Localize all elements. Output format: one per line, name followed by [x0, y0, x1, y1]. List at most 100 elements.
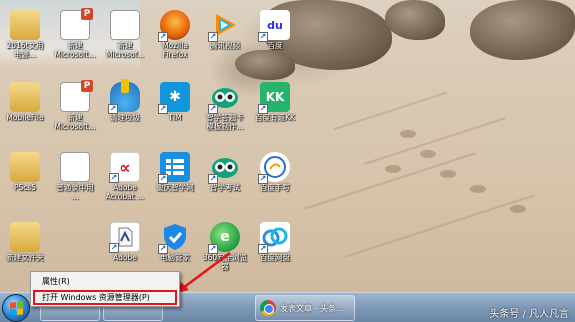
footprint: [385, 165, 401, 173]
taskbar-chrome[interactable]: 发表文章 - 头条...: [255, 295, 355, 321]
owl-icon: ↗: [208, 82, 240, 114]
shortcut-arrow-icon: ↗: [258, 104, 268, 114]
icon-label: 2016t文用 电源...: [6, 41, 44, 59]
desktop-icon-new-word[interactable]: W 新建 Microsof...: [100, 10, 150, 59]
adobe-file-icon: ↗: [109, 222, 140, 253]
menu-item-properties[interactable]: 属性(R): [31, 275, 179, 289]
desktop-icon-tim[interactable]: ✱ ↗ TIM: [150, 82, 200, 122]
folder-icon: [10, 82, 40, 112]
desktop-icon-firefox[interactable]: ↗ Mozilla Firefox: [150, 10, 200, 59]
desktop-icon-acrobat[interactable]: ∝ ↗ Adobe Acrobat ...: [100, 152, 150, 201]
desktop-icon-new-ppt-1[interactable]: 新建 Microsoft...: [50, 8, 100, 59]
shortcut-arrow-icon: ↗: [258, 174, 268, 184]
desktop-icon-new-ppt-2[interactable]: 新建 Microsoft...: [50, 80, 100, 131]
windows-logo-icon: [10, 301, 23, 316]
baidu-paw-icon: du ↗: [258, 10, 290, 42]
icon-label: 新建 Microsof...: [106, 41, 144, 59]
shortcut-arrow-icon: ↗: [208, 174, 218, 184]
sand-ripple: [363, 116, 507, 166]
desktop-icon-mobilefile[interactable]: MobileFile: [0, 82, 50, 122]
icon-label: 新建 Microsoft...: [54, 113, 96, 131]
taskbar-chrome-label: 发表文章 - 头条...: [280, 303, 344, 313]
footprint: [420, 150, 436, 158]
desktop-icon-clean-trash[interactable]: ↗ 清理垃圾: [100, 79, 150, 122]
desktop-icon-chongqing-zhixue[interactable]: ↗ 重庆智学网: [150, 152, 200, 192]
desktop-icon-baidu-netdisk[interactable]: ↗ 百度网盘: [250, 222, 300, 262]
icon-label: 智学考试: [210, 183, 240, 192]
shortcut-arrow-icon: ↗: [258, 32, 268, 42]
sand-ripple: [332, 91, 448, 131]
shortcut-arrow-icon: ↗: [158, 174, 168, 184]
footprint: [400, 130, 416, 138]
footprint: [470, 185, 486, 193]
icon-label: 清理垃圾: [110, 113, 140, 122]
desktop-icon-word-doc[interactable]: W 普通录中用 ...: [50, 152, 100, 201]
icon-label: Adobe Acrobat ...: [105, 183, 145, 201]
desktop-icon-new-folder[interactable]: 新建文件夹: [0, 222, 50, 262]
handwriting-icon: ↗: [258, 152, 290, 184]
sand-ripple: [344, 194, 536, 258]
icon-label: TIM: [168, 113, 182, 122]
desktop-icon-zhixue-card[interactable]: ↗ 智学答题卡 模板制作...: [200, 82, 250, 131]
icon-label: 百度: [267, 41, 283, 50]
rock: [235, 50, 295, 80]
desktop-icon-kk[interactable]: KK ↗ 百度有道KK: [250, 82, 300, 122]
rock: [385, 0, 445, 40]
icon-label: 新建 Microsoft...: [54, 41, 96, 59]
shortcut-arrow-icon: ↗: [109, 243, 119, 253]
powerpoint-file-icon: [60, 8, 93, 40]
footprint: [510, 205, 526, 213]
footprint: [440, 170, 456, 178]
jumplist-menu: 属性(R) 打开 Windows 资源管理器(P): [30, 271, 180, 307]
icon-label: PScs5: [13, 183, 37, 192]
icon-label: 百度手写: [260, 183, 290, 192]
shortcut-arrow-icon: ↗: [258, 244, 268, 254]
list-grid-icon: ↗: [158, 152, 190, 184]
folder-icon: [10, 10, 40, 40]
desktop-icon-folder-2016[interactable]: 2016t文用 电源...: [0, 10, 50, 59]
desktop-icon-baidu[interactable]: du ↗ 百度: [250, 10, 300, 50]
start-button[interactable]: [2, 294, 30, 322]
word-file-icon: W: [60, 152, 90, 182]
tim-star-icon: ✱ ↗: [158, 82, 190, 114]
icon-label: 百度有道KK: [255, 113, 295, 122]
icon-label: MobileFile: [6, 113, 44, 122]
watermark: 头条号 / 凡人凡言: [489, 309, 569, 320]
acrobat-icon: ∝ ↗: [109, 152, 140, 183]
cloud-icon: ↗: [258, 222, 290, 254]
rock: [470, 0, 575, 60]
broom-handle-icon: [121, 79, 129, 93]
firefox-icon: ↗: [158, 10, 190, 42]
icon-label: 智学答题卡 模板制作...: [206, 113, 244, 131]
broom-icon: ↗: [108, 79, 140, 114]
shortcut-arrow-icon: ↗: [158, 32, 168, 42]
sand-ripple: [304, 152, 476, 210]
tencent-video-icon: ↗: [208, 10, 240, 42]
shortcut-arrow-icon: ↗: [208, 32, 218, 42]
icon-label: Mozilla Firefox: [162, 41, 188, 59]
chrome-icon: [260, 300, 276, 316]
shortcut-arrow-icon: ↗: [109, 173, 119, 183]
powerpoint-file-icon: [60, 80, 93, 112]
kk-icon: KK ↗: [258, 82, 290, 114]
owl-icon: ↗: [208, 152, 240, 184]
desktop-icon-pscs5[interactable]: PScs5: [0, 152, 50, 192]
browser-globe-icon: e ↗: [208, 222, 240, 254]
desktop-icon-adobe[interactable]: ↗ Adobe: [100, 222, 150, 262]
shortcut-arrow-icon: ↗: [158, 104, 168, 114]
icon-label: 新建文件夹: [6, 253, 44, 262]
menu-item-open-explorer[interactable]: 打开 Windows 资源管理器(P): [33, 290, 177, 305]
shortcut-arrow-icon: ↗: [208, 104, 218, 114]
icon-label: 重庆智学网: [156, 183, 194, 192]
desktop-icon-tencent-video[interactable]: ↗ 腾讯视频: [200, 10, 250, 50]
folder-icon: [10, 222, 40, 252]
folder-icon: [10, 152, 40, 182]
desktop-icon-zhixue-exam[interactable]: ↗ 智学考试: [200, 152, 250, 192]
desktop-icon-baidu-handwriting[interactable]: ↗ 百度手写: [250, 152, 300, 192]
annotation-arrow: [177, 251, 231, 293]
icon-label: 百度网盘: [260, 253, 290, 262]
shortcut-arrow-icon: ↗: [158, 244, 168, 254]
icon-label: 腾讯视频: [210, 41, 240, 50]
shield-icon: ↗: [158, 222, 190, 254]
icon-label: 普通录中用 ...: [56, 183, 94, 201]
